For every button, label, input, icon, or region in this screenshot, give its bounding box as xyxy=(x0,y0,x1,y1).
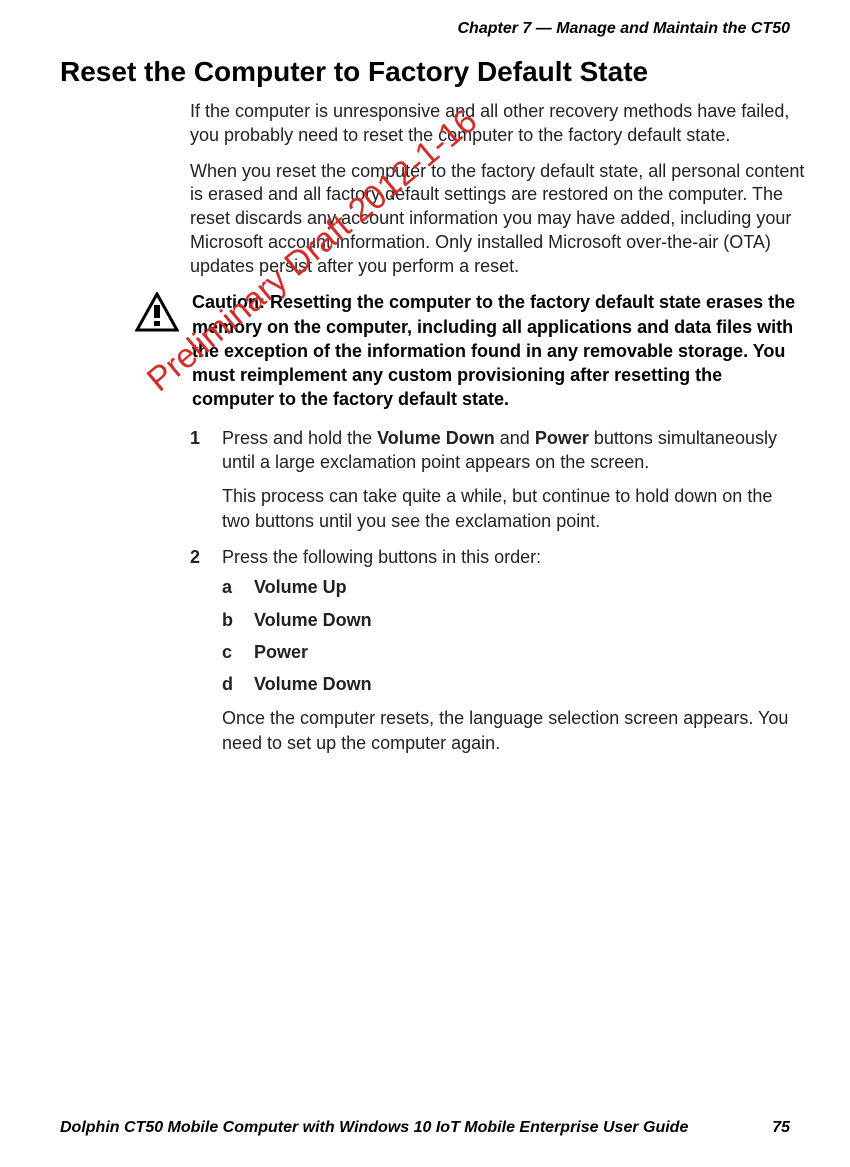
substep-a: a Volume Up xyxy=(222,575,805,599)
running-header: Chapter 7 — Manage and Maintain the CT50 xyxy=(60,20,790,38)
substep-d: d Volume Down xyxy=(222,672,805,696)
caution-text: Caution: Resetting the computer to the f… xyxy=(192,290,805,411)
substep-marker: a xyxy=(222,575,232,599)
step-2-post: Once the computer resets, the language s… xyxy=(222,706,805,755)
substep-a-label: Volume Up xyxy=(254,577,347,597)
caution-block: Caution: Resetting the computer to the f… xyxy=(140,290,805,411)
page-title: Reset the Computer to Factory Default St… xyxy=(60,56,790,88)
footer-title: Dolphin CT50 Mobile Computer with Window… xyxy=(60,1119,688,1137)
step-1-note: This process can take quite a while, but… xyxy=(222,484,805,533)
body-column: If the computer is unresponsive and all … xyxy=(190,100,805,278)
step-1-text: Press and hold the Volume Down and Power… xyxy=(222,428,777,472)
step-1: 1 Press and hold the Volume Down and Pow… xyxy=(190,426,805,533)
steps-block: 1 Press and hold the Volume Down and Pow… xyxy=(190,426,805,755)
volume-down-label: Volume Down xyxy=(377,428,495,448)
caution-icon xyxy=(135,292,179,332)
substep-b: b Volume Down xyxy=(222,608,805,632)
sub-list: a Volume Up b Volume Down c Power d Volu… xyxy=(222,575,805,696)
step-2: 2 Press the following buttons in this or… xyxy=(190,545,805,755)
power-label: Power xyxy=(535,428,589,448)
page-number: 75 xyxy=(772,1119,790,1137)
text-fragment: and xyxy=(495,428,535,448)
substep-marker: c xyxy=(222,640,232,664)
substep-c-label: Power xyxy=(254,642,308,662)
intro-paragraph-1: If the computer is unresponsive and all … xyxy=(190,100,805,148)
substep-b-label: Volume Down xyxy=(254,610,372,630)
step-2-text: Press the following buttons in this orde… xyxy=(222,547,541,567)
step-marker: 1 xyxy=(190,426,200,450)
text-fragment: Press and hold the xyxy=(222,428,377,448)
step-marker: 2 xyxy=(190,545,200,569)
substep-c: c Power xyxy=(222,640,805,664)
page-footer: Dolphin CT50 Mobile Computer with Window… xyxy=(60,1119,790,1137)
intro-paragraph-2: When you reset the computer to the facto… xyxy=(190,160,805,279)
document-page: Chapter 7 — Manage and Maintain the CT50… xyxy=(0,0,850,1167)
substep-marker: b xyxy=(222,608,233,632)
substep-marker: d xyxy=(222,672,233,696)
substep-d-label: Volume Down xyxy=(254,674,372,694)
ordered-list: 1 Press and hold the Volume Down and Pow… xyxy=(190,426,805,755)
